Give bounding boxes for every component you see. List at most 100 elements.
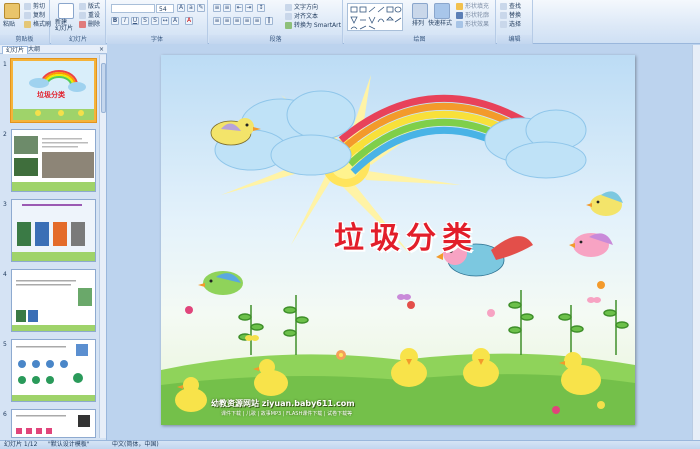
shape-effects-icon[interactable] xyxy=(456,21,463,28)
thumb-number: 3 xyxy=(3,201,7,208)
shape-effects-button[interactable]: 形状效果 xyxy=(465,21,489,28)
paste-button[interactable]: 粘贴 xyxy=(3,21,15,28)
shape-outline-button[interactable]: 形状轮廓 xyxy=(465,12,489,19)
slide-thumbnail-2[interactable] xyxy=(11,129,96,192)
delete-icon[interactable] xyxy=(79,21,86,28)
slides-group: 新建 幻灯片 版式 重设 删除 幻灯片 xyxy=(51,0,106,44)
slide-footer-links: 课件下载 | 儿歌 | 故事MP3 | FLASH课件下载 | 试卷下载等 xyxy=(221,411,353,417)
drawing-group-title: 绘图 xyxy=(344,35,495,44)
line-spacing-icon[interactable]: ↕ xyxy=(257,4,265,12)
clear-format-icon[interactable]: ✎ xyxy=(197,4,205,12)
font-name-field[interactable] xyxy=(111,4,155,13)
thumb-5-image xyxy=(12,340,95,401)
shape-fill-button[interactable]: 形状填充 xyxy=(465,3,489,10)
italic-icon[interactable]: I xyxy=(121,17,129,25)
slide-thumbnail-3[interactable] xyxy=(11,199,96,262)
slides-panel: 幻灯片 大纲 × 1 垃圾分类 2 3 4 5 6 xyxy=(0,45,107,440)
clipboard-group: 粘贴 剪切 复制 格式刷 剪贴板 xyxy=(0,0,51,44)
delete-button[interactable]: 删除 xyxy=(88,21,100,28)
panel-scrollbar[interactable] xyxy=(99,55,106,438)
font-group: 54 A a ✎ B I U S S ↔ A A 字体 xyxy=(107,0,208,44)
language-indicator[interactable]: 中文(简体，中国) xyxy=(112,441,159,449)
reset-icon[interactable] xyxy=(79,12,86,19)
font-color-icon[interactable]: A xyxy=(185,17,193,25)
replace-icon[interactable] xyxy=(500,12,507,19)
shapes-gallery[interactable] xyxy=(347,3,403,31)
paragraph-group-title: 段落 xyxy=(209,35,342,44)
cut-icon[interactable] xyxy=(24,3,31,10)
shape-fill-icon[interactable] xyxy=(456,3,463,10)
bullets-icon[interactable]: ≡ xyxy=(213,4,221,12)
text-direction-icon[interactable] xyxy=(285,4,292,11)
find-button[interactable]: 查找 xyxy=(509,3,521,10)
clipboard-group-title: 剪贴板 xyxy=(0,35,49,44)
slide-counter: 幻灯片 1/12 xyxy=(4,441,38,448)
numbering-icon[interactable]: ≡ xyxy=(223,4,231,12)
slide-thumbnail-5[interactable] xyxy=(11,339,96,402)
grow-font-icon[interactable]: A xyxy=(177,4,185,12)
strikethrough-icon[interactable]: S xyxy=(141,17,149,25)
bird-icon xyxy=(586,191,623,216)
align-right-icon[interactable]: ≡ xyxy=(233,17,241,25)
align-text-button[interactable]: 对齐文本 xyxy=(294,13,318,20)
slide-canvas[interactable]: 垃圾分类 幼教资源网站 ziyuan.baby611.com 课件下载 | 儿歌… xyxy=(161,55,635,425)
slide-scrollbar[interactable] xyxy=(692,45,700,440)
change-case-icon[interactable]: A xyxy=(171,17,179,25)
find-icon[interactable] xyxy=(500,3,507,10)
slide-editing-area: 垃圾分类 幼教资源网站 ziyuan.baby611.com 课件下载 | 儿歌… xyxy=(108,45,700,440)
decrease-indent-icon[interactable]: ⇤ xyxy=(235,4,243,12)
paste-icon[interactable] xyxy=(4,3,20,19)
bird-icon xyxy=(569,233,613,257)
font-size-field[interactable]: 54 xyxy=(156,4,174,13)
arrange-button[interactable]: 排列 xyxy=(412,20,424,27)
smartart-button[interactable]: 转换为 SmartArt xyxy=(294,22,341,29)
select-button[interactable]: 选择 xyxy=(509,21,521,28)
shrink-font-icon[interactable]: a xyxy=(187,4,195,12)
smartart-icon[interactable] xyxy=(285,22,292,29)
thumb-number: 4 xyxy=(3,271,7,278)
distribute-icon[interactable]: ≡ xyxy=(253,17,261,25)
drawing-group: 排列 快速样式 形状填充 形状轮廓 形状效果 绘图 xyxy=(344,0,496,44)
paragraph-group: ≡ ≡ ⇤ ⇥ ↕ ≡ ≡ ≡ ≡ ≡ ‖ 文字方向 对齐文本 转换为 Smar… xyxy=(209,0,343,44)
thumb-number: 2 xyxy=(3,131,7,138)
format-painter-button[interactable]: 格式刷 xyxy=(33,21,51,28)
slide-thumbnail-6[interactable] xyxy=(11,409,96,438)
columns-icon[interactable]: ‖ xyxy=(265,17,273,25)
editing-group-title: 编辑 xyxy=(497,35,532,44)
underline-icon[interactable]: U xyxy=(131,17,139,25)
reset-button[interactable]: 重设 xyxy=(88,12,100,19)
justify-icon[interactable]: ≡ xyxy=(243,17,251,25)
slide-thumbnail-1[interactable]: 垃圾分类 xyxy=(11,59,96,122)
replace-button[interactable]: 替换 xyxy=(509,12,521,19)
format-painter-icon[interactable] xyxy=(24,21,31,28)
thumb-1-title: 垃圾分类 xyxy=(37,91,65,99)
shape-outline-icon[interactable] xyxy=(456,12,463,19)
bold-icon[interactable]: B xyxy=(111,17,119,25)
select-icon[interactable] xyxy=(500,21,507,28)
text-direction-button[interactable]: 文字方向 xyxy=(294,4,318,11)
new-slide-button[interactable]: 新建 幻灯片 xyxy=(55,20,73,32)
align-text-icon[interactable] xyxy=(285,13,292,20)
panel-scroll-thumb[interactable] xyxy=(101,63,106,113)
copy-icon[interactable] xyxy=(24,12,31,19)
plant-icon xyxy=(238,290,629,355)
align-left-icon[interactable]: ≡ xyxy=(213,17,221,25)
layout-button[interactable]: 版式 xyxy=(88,3,100,10)
thumb-3-image xyxy=(12,200,95,261)
copy-button[interactable]: 复制 xyxy=(33,12,45,19)
slide-thumbnail-4[interactable] xyxy=(11,269,96,332)
shadow-icon[interactable]: S xyxy=(151,17,159,25)
slide-title[interactable]: 垃圾分类 xyxy=(311,213,501,257)
new-slide-icon[interactable] xyxy=(58,3,74,19)
align-center-icon[interactable]: ≡ xyxy=(223,17,231,25)
increase-indent-icon[interactable]: ⇥ xyxy=(245,4,253,12)
panel-close-icon[interactable]: × xyxy=(99,46,104,53)
quick-styles-icon[interactable] xyxy=(434,3,450,19)
layout-icon[interactable] xyxy=(79,3,86,10)
arrange-icon[interactable] xyxy=(412,3,428,19)
quick-styles-button[interactable]: 快速样式 xyxy=(428,20,452,27)
bird-icon xyxy=(198,271,243,295)
cut-button[interactable]: 剪切 xyxy=(33,3,45,10)
tab-outline[interactable]: 大纲 xyxy=(25,46,43,54)
char-spacing-icon[interactable]: ↔ xyxy=(161,17,169,25)
